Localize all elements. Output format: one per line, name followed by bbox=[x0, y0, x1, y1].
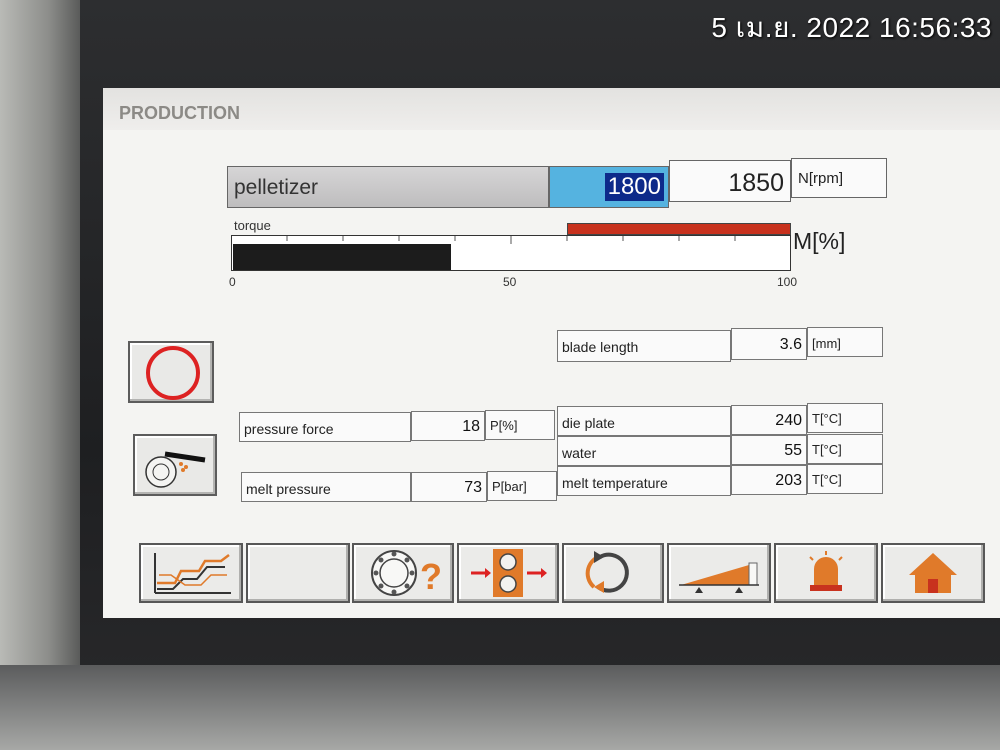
hmi-screen: PRODUCTION pelletizer 1800 1850 N[rpm] t… bbox=[103, 88, 1000, 618]
melt-temperature-value: 203 bbox=[775, 472, 802, 489]
melt-pressure-label-box: melt pressure bbox=[241, 472, 411, 502]
die-plate-label-box: die plate bbox=[557, 406, 731, 436]
trend-chart-icon bbox=[154, 553, 231, 594]
die-plate-label: die plate bbox=[562, 415, 615, 431]
water-label: water bbox=[562, 445, 597, 461]
pelletizer-unit: N[rpm] bbox=[798, 170, 843, 187]
melt-pressure-unit: P[bar] bbox=[492, 479, 527, 494]
pelletizer-unit-box: N[rpm] bbox=[791, 158, 887, 198]
gear-flow-button[interactable] bbox=[457, 543, 559, 603]
ring-status-button[interactable] bbox=[128, 341, 214, 403]
die-plate-value-field: 240 bbox=[731, 405, 807, 435]
alarm-beacon-icon bbox=[809, 551, 843, 591]
pressure-force-value-field: 18 bbox=[411, 411, 485, 441]
blade-cutter-button[interactable] bbox=[133, 434, 217, 496]
blade-length-value: 3.6 bbox=[779, 336, 802, 353]
water-unit-box: T[°C] bbox=[807, 434, 883, 464]
torque-ticks bbox=[286, 236, 736, 244]
blade-length-label-box: blade length bbox=[557, 330, 731, 362]
pressure-force-label-box: pressure force bbox=[239, 412, 411, 442]
svg-text:?: ? bbox=[420, 556, 442, 597]
rotation-button[interactable] bbox=[562, 543, 664, 603]
melt-pressure-label: melt pressure bbox=[246, 481, 331, 497]
home-button[interactable] bbox=[881, 543, 985, 603]
pelletizer-setpoint-field[interactable]: 1800 bbox=[549, 166, 669, 208]
melt-pressure-value-field: 73 bbox=[411, 472, 487, 502]
blade-length-unit-box: [mm] bbox=[807, 327, 883, 357]
panel-bottom-frame bbox=[0, 665, 1000, 750]
die-plate-unit: T[°C] bbox=[812, 411, 842, 426]
torque-limit-band bbox=[567, 223, 791, 235]
pelletizer-actual-value: 1850 bbox=[728, 169, 784, 197]
melt-pressure-value: 73 bbox=[464, 479, 482, 496]
blade-length-value-field: 3.6 bbox=[731, 328, 807, 360]
title-bar: PRODUCTION bbox=[103, 88, 1000, 130]
alarm-button[interactable] bbox=[774, 543, 878, 603]
pressure-force-unit: P[%] bbox=[490, 418, 518, 433]
bearing-help-button[interactable]: ? bbox=[352, 543, 454, 603]
pelletizer-actual-field: 1850 bbox=[669, 160, 791, 202]
ramp-button[interactable] bbox=[667, 543, 771, 603]
photo-timestamp: 5 เม.ย. 2022 16:56:33 bbox=[711, 12, 992, 43]
water-value-field: 55 bbox=[731, 435, 807, 465]
pelletizer-label-box: pelletizer bbox=[227, 166, 549, 208]
home-icon bbox=[909, 553, 957, 593]
water-value: 55 bbox=[784, 442, 802, 459]
page-title: PRODUCTION bbox=[119, 103, 240, 123]
water-label-box: water bbox=[557, 436, 731, 466]
torque-scale-max: 100 bbox=[777, 275, 798, 289]
pressure-force-unit-box: P[%] bbox=[485, 410, 555, 440]
pelletizer-setpoint-value: 1800 bbox=[604, 173, 664, 201]
torque-scale-mid: 50 bbox=[503, 275, 517, 289]
torque-bar bbox=[231, 235, 791, 271]
die-plate-value: 240 bbox=[775, 412, 802, 429]
blade-length-unit: [mm] bbox=[812, 336, 841, 351]
trend-button[interactable] bbox=[139, 543, 243, 603]
melt-temperature-label: melt temperature bbox=[562, 475, 668, 491]
melt-temperature-label-box: melt temperature bbox=[557, 466, 731, 496]
water-unit: T[°C] bbox=[812, 442, 842, 457]
melt-temperature-unit: T[°C] bbox=[812, 472, 842, 487]
red-ring-icon bbox=[146, 346, 200, 400]
blade-cutter-icon bbox=[145, 451, 206, 488]
pressure-force-label: pressure force bbox=[244, 421, 334, 437]
blank-icon bbox=[248, 545, 348, 601]
blank-button[interactable] bbox=[246, 543, 350, 603]
pressure-force-value: 18 bbox=[462, 418, 480, 435]
melt-temperature-unit-box: T[°C] bbox=[807, 464, 883, 494]
bearing-help-icon: ? bbox=[371, 550, 442, 597]
ramp-icon bbox=[679, 562, 759, 593]
melt-temperature-value-field: 203 bbox=[731, 465, 807, 495]
melt-pressure-unit-box: P[bar] bbox=[487, 471, 557, 501]
blade-length-label: blade length bbox=[562, 339, 639, 355]
die-plate-unit-box: T[°C] bbox=[807, 403, 883, 433]
panel-side-frame bbox=[0, 0, 80, 750]
torque-label: torque bbox=[234, 218, 271, 233]
torque-unit: M[%] bbox=[793, 228, 846, 254]
gear-flow-icon bbox=[471, 549, 547, 597]
torque-scale-min: 0 bbox=[229, 275, 236, 289]
rotation-icon bbox=[585, 551, 629, 593]
pelletizer-label: pelletizer bbox=[234, 176, 319, 199]
